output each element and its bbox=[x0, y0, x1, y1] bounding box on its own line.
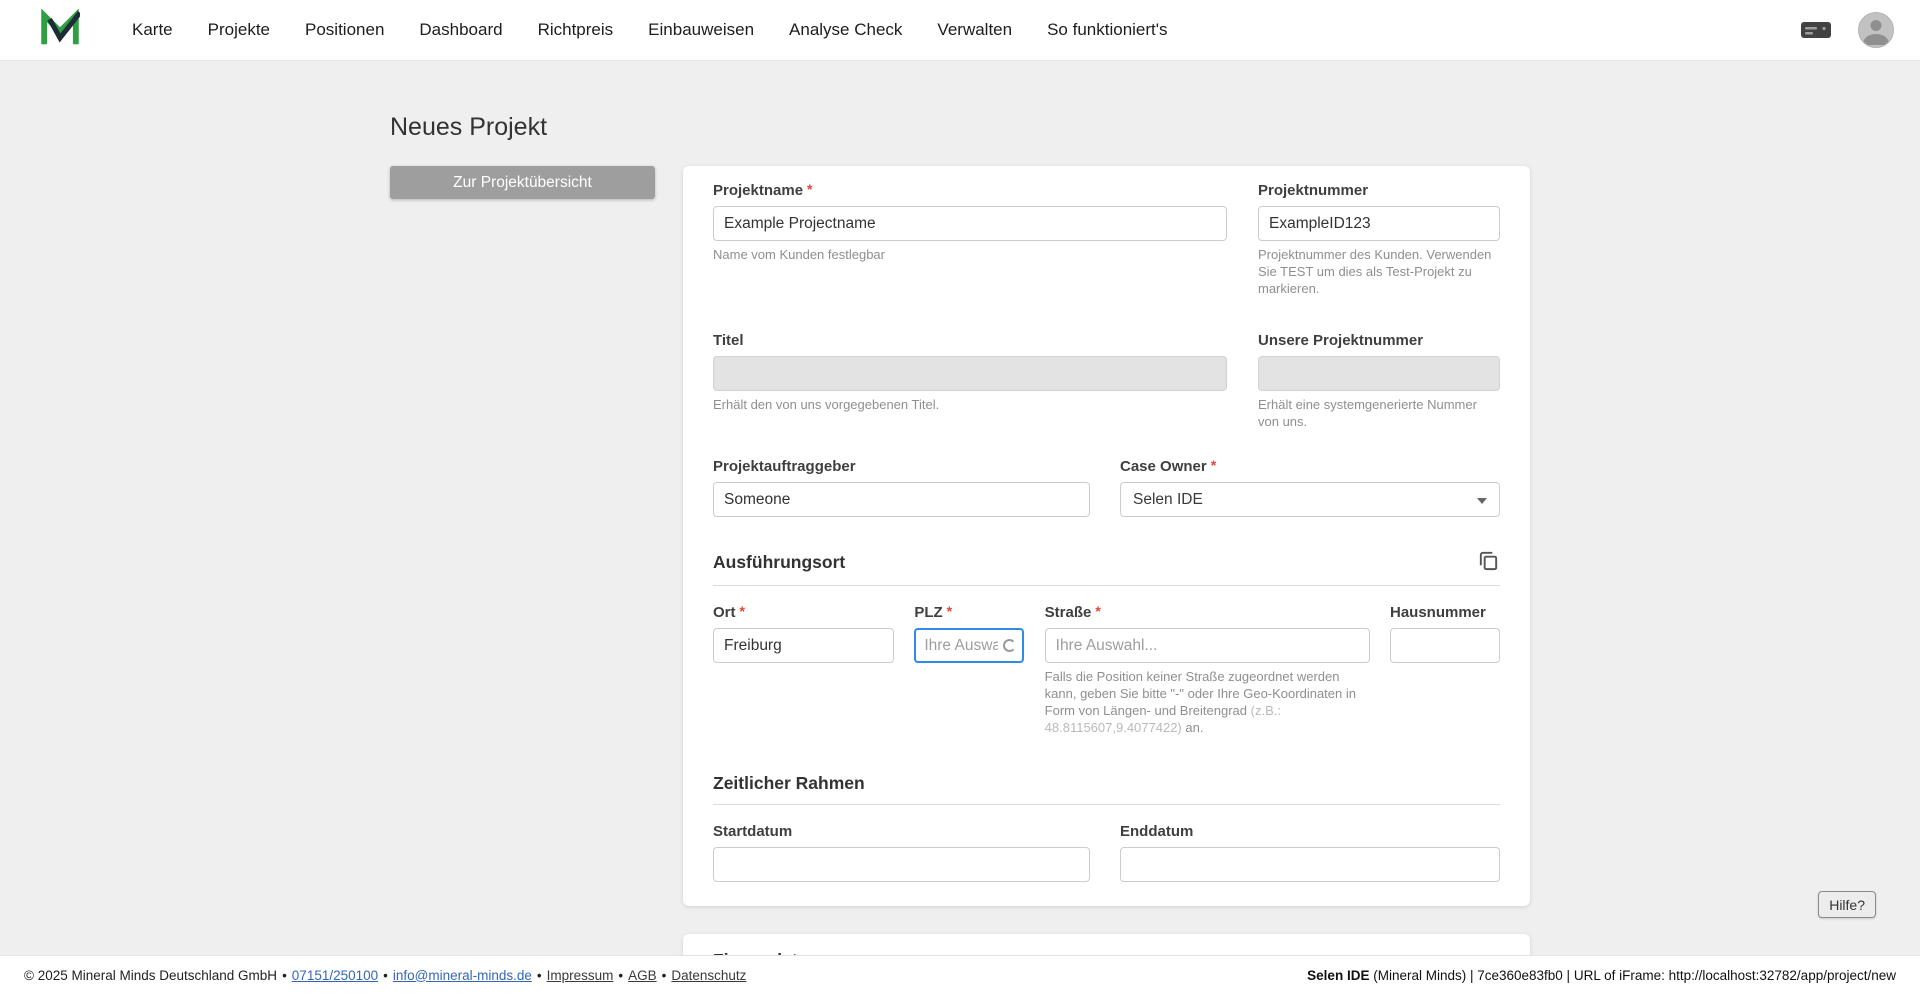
ausfuehrungsort-heading: Ausführungsort bbox=[713, 551, 846, 572]
ort-input[interactable] bbox=[713, 628, 894, 664]
strasse-label: Straße * bbox=[1044, 603, 1101, 622]
hausnummer-label: Hausnummer bbox=[1389, 604, 1486, 622]
unsere-projektnummer-label: Unsere Projektnummer bbox=[1258, 331, 1424, 349]
project-form-card: Projektname* Name vom Kunden festlegbar … bbox=[683, 166, 1530, 907]
chevron-down-icon bbox=[1477, 498, 1487, 505]
case-owner-selected-value: Selen IDE bbox=[1133, 490, 1203, 508]
main-content: Neues Projekt Zur Projektübersicht Proje… bbox=[390, 61, 1530, 994]
main-nav: Karte Projekte Positionen Dashboard Rich… bbox=[132, 20, 1203, 40]
user-avatar-icon[interactable] bbox=[1858, 12, 1894, 48]
enddatum-input[interactable] bbox=[1120, 847, 1500, 883]
projektauftraggeber-input[interactable] bbox=[713, 482, 1090, 518]
separator: • bbox=[383, 967, 388, 983]
brand-logo[interactable] bbox=[40, 7, 82, 52]
nav-item-richtpreis[interactable]: Richtpreis bbox=[538, 20, 614, 40]
titel-label: Titel bbox=[713, 331, 744, 349]
projektname-label: Projektname * bbox=[713, 181, 813, 199]
separator: • bbox=[282, 967, 287, 983]
separator: • bbox=[618, 967, 624, 983]
required-mark: * bbox=[1210, 457, 1217, 474]
titel-helper: Erhält den von uns vorgegebenen Titel. bbox=[713, 396, 940, 412]
mineral-minds-logo-icon bbox=[40, 7, 82, 52]
separator: • bbox=[536, 967, 542, 983]
nav-item-dashboard[interactable]: Dashboard bbox=[419, 20, 502, 40]
copy-icon bbox=[1477, 549, 1500, 575]
required-mark: * bbox=[946, 603, 953, 620]
page-title: Neues Projekt bbox=[390, 113, 548, 141]
projektname-helper: Name vom Kunden festlegbar bbox=[713, 247, 885, 262]
top-navbar: Karte Projekte Positionen Dashboard Rich… bbox=[0, 0, 1920, 61]
plz-label: PLZ * bbox=[914, 603, 953, 622]
separator: • bbox=[661, 967, 667, 983]
nav-item-verwalten[interactable]: Verwalten bbox=[937, 20, 1012, 40]
copy-location-button[interactable] bbox=[1477, 549, 1500, 575]
server-icon[interactable] bbox=[1800, 19, 1832, 41]
strasse-input[interactable] bbox=[1044, 628, 1370, 664]
case-owner-select[interactable]: Selen IDE bbox=[1120, 482, 1500, 518]
ort-label: Ort * bbox=[713, 603, 745, 622]
required-mark: * bbox=[739, 603, 745, 620]
projektname-input[interactable] bbox=[713, 206, 1227, 241]
nav-item-so-funktionierts[interactable]: So funktioniert's bbox=[1047, 20, 1167, 40]
required-mark: * bbox=[807, 181, 813, 197]
case-owner-label: Case Owner * bbox=[1120, 457, 1217, 476]
agb-link[interactable]: AGB bbox=[628, 968, 657, 983]
startdatum-label: Startdatum bbox=[713, 823, 793, 841]
strasse-helper: Falls die Position keiner Straße zugeord… bbox=[1044, 669, 1356, 736]
datenschutz-link[interactable]: Datenschutz bbox=[671, 968, 746, 983]
nav-item-positionen[interactable]: Positionen bbox=[305, 20, 384, 40]
unsere-projektnummer-input bbox=[1258, 355, 1500, 391]
session-details: (Mineral Minds) | 7ce360e83fb0 | URL of … bbox=[1369, 967, 1896, 983]
zeitlicher-rahmen-heading: Zeitlicher Rahmen bbox=[713, 773, 865, 794]
page-footer: © 2025 Mineral Minds Deutschland GmbH • … bbox=[0, 955, 1920, 994]
required-mark: * bbox=[1095, 603, 1101, 620]
projektnummer-label: Projektnummer bbox=[1258, 182, 1369, 199]
enddatum-label: Enddatum bbox=[1120, 823, 1194, 841]
section-divider bbox=[713, 804, 1500, 806]
copyright-text: © 2025 Mineral Minds Deutschland GmbH bbox=[24, 967, 278, 983]
hausnummer-input[interactable] bbox=[1389, 628, 1500, 664]
nav-item-analyse-check[interactable]: Analyse Check bbox=[789, 20, 902, 40]
projektauftraggeber-label: Projektauftraggeber bbox=[713, 458, 856, 476]
nav-item-projekte[interactable]: Projekte bbox=[208, 20, 270, 40]
session-user: Selen IDE bbox=[1307, 967, 1370, 983]
startdatum-input[interactable] bbox=[713, 847, 1090, 883]
session-info: Selen IDE (Mineral Minds) | 7ce360e83fb0… bbox=[1307, 968, 1896, 983]
nav-item-karte[interactable]: Karte bbox=[132, 20, 173, 40]
projektnummer-input[interactable] bbox=[1258, 206, 1500, 241]
impressum-link[interactable]: Impressum bbox=[547, 968, 614, 983]
phone-link[interactable]: 07151/250100 bbox=[292, 968, 378, 983]
back-to-project-overview-button[interactable]: Zur Projektübersicht bbox=[390, 166, 655, 199]
help-button[interactable]: Hilfe? bbox=[1818, 891, 1876, 918]
titel-input bbox=[713, 355, 1227, 391]
unsere-projektnummer-helper: Erhält eine systemgenerierte Nummer von … bbox=[1258, 396, 1477, 429]
email-link[interactable]: info@mineral-minds.de bbox=[393, 968, 532, 983]
nav-item-einbauweisen[interactable]: Einbauweisen bbox=[648, 20, 754, 40]
projektnummer-helper: Projektnummer des Kunden. Verwenden Sie … bbox=[1258, 247, 1492, 296]
section-divider bbox=[713, 585, 1500, 587]
